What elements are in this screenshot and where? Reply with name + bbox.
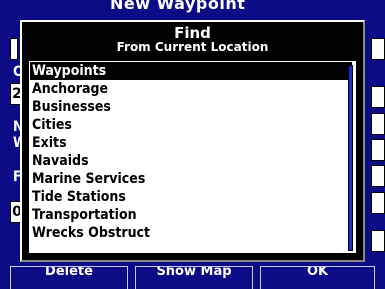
list-item-exits[interactable]: Exits — [30, 134, 354, 152]
gps-screen: New Waypoint C 2 N W F 0 Delete Show Map… — [0, 0, 385, 289]
ok-button[interactable]: OK — [260, 266, 375, 289]
background-field-7[interactable] — [371, 230, 385, 252]
list-item-businesses[interactable]: Businesses — [30, 98, 354, 116]
background-field-5[interactable] — [371, 165, 385, 187]
list-scrollbar[interactable] — [348, 65, 353, 251]
list-item-wrecks-obstruct[interactable]: Wrecks Obstruct — [30, 224, 354, 242]
find-category-list[interactable]: Waypoints Anchorage Businesses Cities Ex… — [28, 60, 357, 254]
list-item-transportation[interactable]: Transportation — [30, 206, 354, 224]
background-field-1[interactable] — [371, 38, 385, 60]
list-item-cities[interactable]: Cities — [30, 116, 354, 134]
show-map-button[interactable]: Show Map — [135, 266, 253, 289]
delete-button[interactable]: Delete — [10, 266, 128, 289]
background-field-3[interactable] — [371, 113, 385, 135]
scrollbar-thumb[interactable] — [349, 66, 352, 250]
dialog-subtitle: From Current Location — [116, 40, 269, 54]
background-marker-box — [10, 38, 18, 60]
list-item-waypoints[interactable]: Waypoints — [30, 62, 352, 80]
list-item-anchorage[interactable]: Anchorage — [30, 80, 354, 98]
find-dialog: Find From Current Location Waypoints Anc… — [20, 20, 365, 262]
background-field-6[interactable] — [371, 192, 385, 214]
list-item-tide-stations[interactable]: Tide Stations — [30, 188, 354, 206]
list-item-marine-services[interactable]: Marine Services — [30, 170, 354, 188]
background-field-2[interactable] — [371, 86, 385, 108]
background-field-4[interactable] — [371, 139, 385, 161]
background-page-title: New Waypoint — [110, 0, 246, 13]
list-item-navaids[interactable]: Navaids — [30, 152, 354, 170]
